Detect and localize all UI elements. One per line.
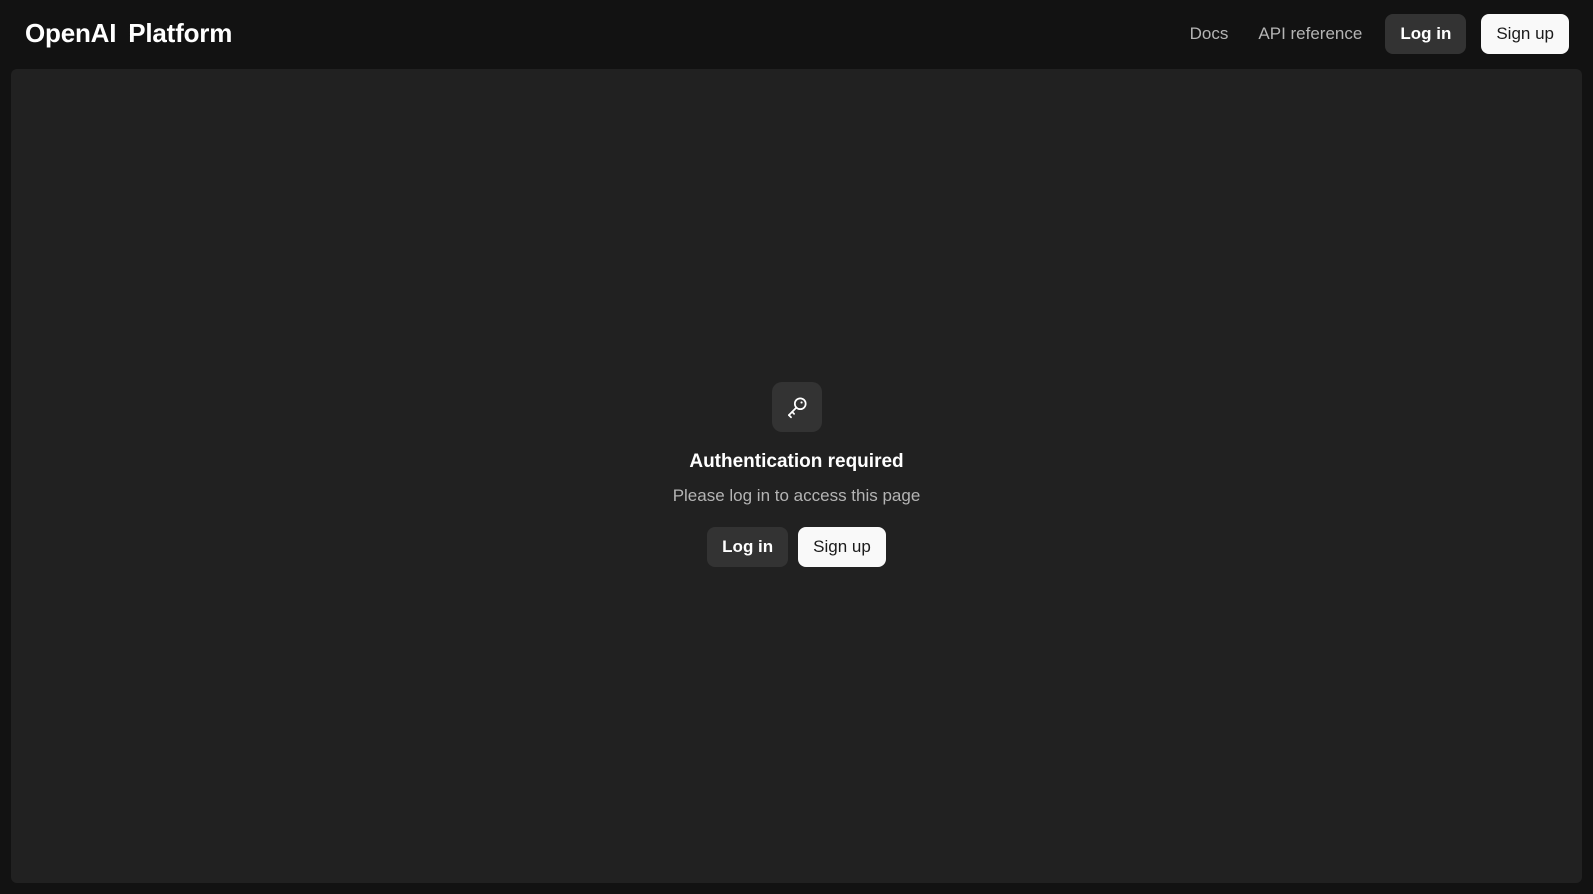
header-login-button[interactable]: Log in <box>1385 14 1467 54</box>
top-nav: Docs API reference Log in Sign up <box>1190 14 1569 54</box>
signup-button[interactable]: Sign up <box>798 527 886 567</box>
api-reference-link[interactable]: API reference <box>1258 24 1362 44</box>
main-panel: Authentication required Please log in to… <box>11 69 1582 883</box>
auth-required-card: Authentication required Please log in to… <box>11 382 1582 567</box>
docs-link[interactable]: Docs <box>1190 24 1229 44</box>
top-bar: OpenAI Platform Docs API reference Log in… <box>0 0 1593 69</box>
auth-subtitle: Please log in to access this page <box>672 486 921 505</box>
brand-product-name: Platform <box>128 18 233 48</box>
brand[interactable]: OpenAI Platform <box>25 18 232 49</box>
key-icon-container <box>771 382 822 432</box>
openai-logo-text: OpenAI <box>25 18 117 48</box>
login-button[interactable]: Log in <box>707 527 789 567</box>
key-icon <box>787 397 807 419</box>
header-signup-button[interactable]: Sign up <box>1481 14 1569 54</box>
auth-title: Authentication required <box>689 451 904 472</box>
auth-actions: Log in Sign up <box>707 527 886 567</box>
